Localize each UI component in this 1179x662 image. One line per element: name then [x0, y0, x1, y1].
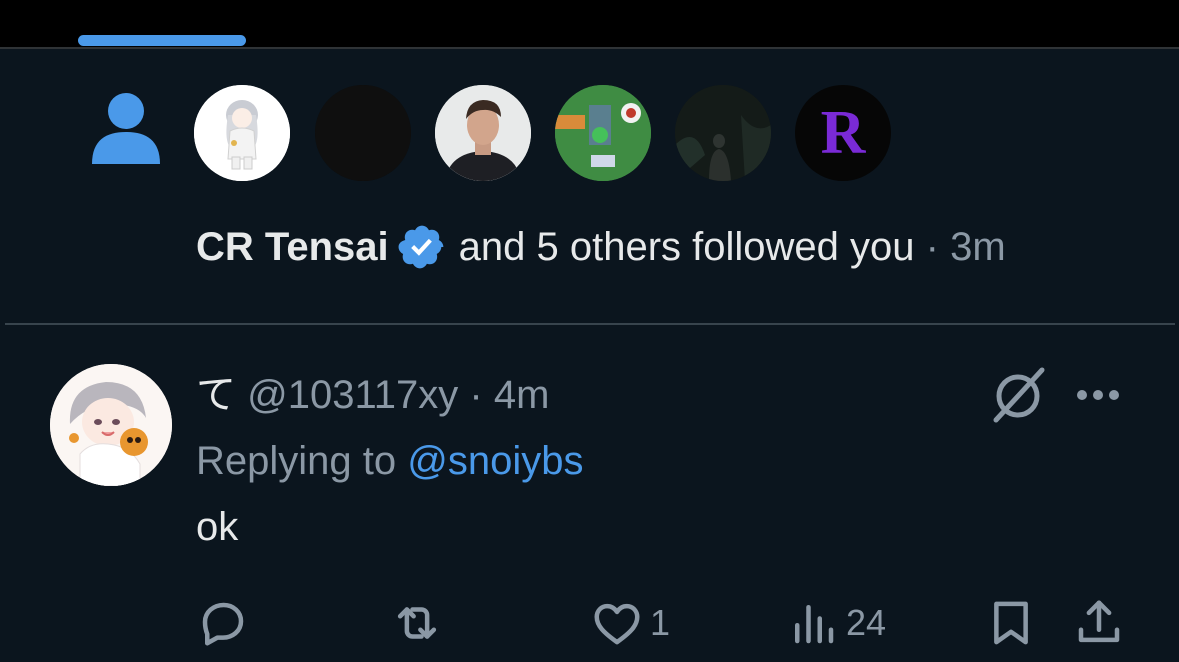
heart-icon — [594, 603, 640, 645]
views-count: 24 — [846, 602, 887, 643]
bookmark-button[interactable] — [984, 596, 1038, 650]
share-icon — [1078, 600, 1120, 643]
verified-badge-icon — [398, 225, 443, 269]
reply-icon — [202, 602, 244, 646]
follower-avatar-3[interactable] — [435, 85, 531, 181]
follow-notification-text[interactable]: CR Tensai and 5 others followed you · 3m — [196, 222, 1006, 272]
divider — [0, 47, 1179, 49]
replying-to-handle[interactable]: @snoiybs — [407, 439, 583, 483]
share-button[interactable] — [1072, 596, 1126, 650]
retweet-icon — [397, 607, 437, 639]
reply-author-handle[interactable]: @103117xy — [247, 373, 458, 417]
views-chart-icon — [795, 605, 834, 644]
person-icon — [92, 93, 160, 164]
follower-avatar-5[interactable] — [675, 85, 771, 181]
follower-avatar-1[interactable] — [194, 85, 290, 181]
reply-author-avatar[interactable] — [50, 364, 172, 486]
follower-avatar-4[interactable] — [555, 85, 651, 181]
more-options-icon[interactable] — [1072, 380, 1124, 410]
active-tab-indicator[interactable] — [78, 35, 246, 46]
replying-prefix: Replying to — [196, 439, 397, 483]
grok-icon[interactable] — [990, 366, 1046, 424]
follow-timestamp: 3m — [950, 225, 1006, 269]
separator-dot: · — [469, 373, 483, 417]
views-button[interactable]: 24 — [786, 596, 886, 650]
reply-author-name[interactable]: て — [196, 373, 236, 417]
bookmark-icon — [994, 601, 1028, 645]
avatar-letter: R — [820, 98, 866, 167]
reply-header: て @103117xy · 4m — [196, 370, 549, 420]
divider — [5, 323, 1175, 325]
reply-timestamp: 4m — [493, 373, 550, 417]
retweet-button[interactable] — [390, 596, 450, 650]
replying-to-line: Replying to @snoiybs — [196, 436, 583, 486]
follower-avatar-2[interactable] — [315, 85, 411, 181]
reply-button[interactable] — [196, 596, 256, 650]
like-count: 1 — [650, 602, 671, 643]
like-button[interactable]: 1 — [590, 596, 670, 650]
follow-message: and 5 others followed you — [458, 225, 915, 269]
top-tab-bar — [0, 0, 1179, 48]
reply-body-text: ok — [196, 505, 239, 549]
follower-name[interactable]: CR Tensai — [196, 222, 389, 272]
separator-dot: · — [925, 225, 939, 269]
follower-avatar-6[interactable]: R — [795, 85, 891, 181]
